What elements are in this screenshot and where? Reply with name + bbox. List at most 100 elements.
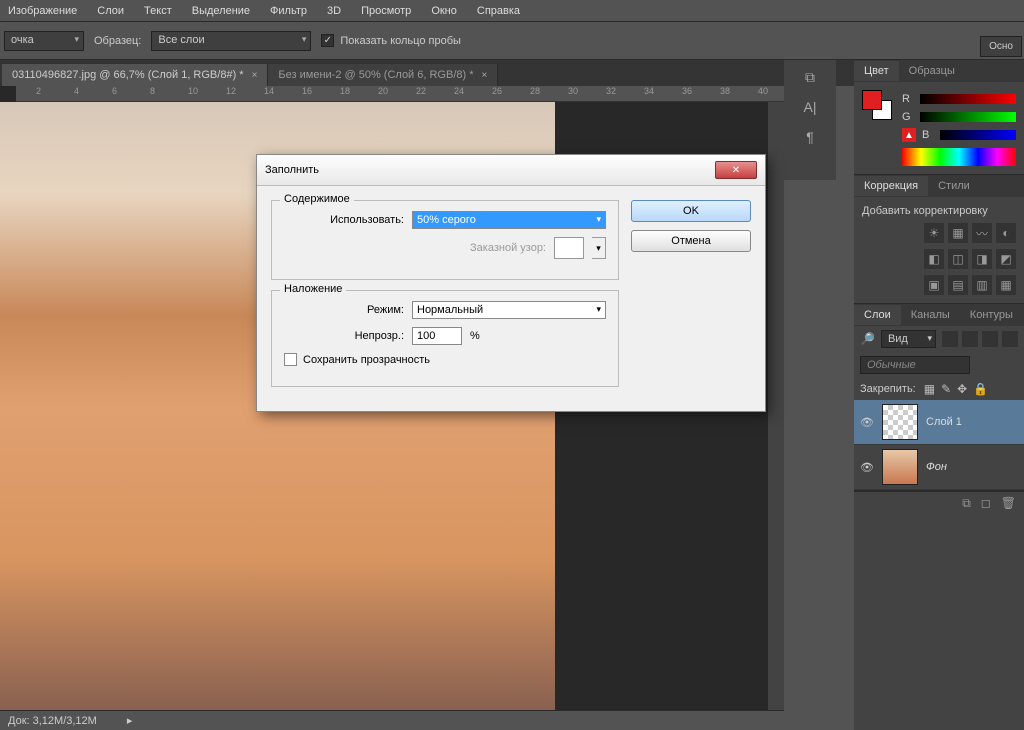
menu-select[interactable]: Выделение [192,5,250,17]
visibility-icon[interactable]: 👁 [860,416,874,429]
layers-panel: Слои Каналы Контуры 🔎 Вид Обычные Закреп… [854,304,1024,491]
blend-mode-dropdown[interactable]: Обычные [860,356,970,374]
visibility-icon[interactable]: 👁 [860,461,874,474]
tab-title: Без имени-2 @ 50% (Слой 6, RGB/8) * [278,69,473,81]
panels-column: Цвет Образцы R G ▲ B Коррекция Стили Доба… [854,60,1024,730]
search-icon[interactable]: 🔎 [860,332,875,346]
workspace-switcher[interactable]: Осно [980,36,1022,57]
menu-help[interactable]: Справка [477,5,520,17]
foreground-color-swatch[interactable] [862,90,882,110]
lock-all-icon[interactable]: 🔒 [973,382,988,396]
layer-thumbnail[interactable] [882,449,918,485]
ok-button[interactable]: OK [631,200,751,222]
preserve-transparency-checkbox[interactable] [284,353,297,366]
menu-3d[interactable]: 3D [327,5,341,17]
cancel-button[interactable]: Отмена [631,230,751,252]
use-label: Использовать: [284,214,404,226]
tab-layers[interactable]: Слои [854,305,901,325]
menu-image[interactable]: Изображение [8,5,77,17]
trash-icon[interactable]: 🗑 [1001,496,1016,511]
menu-text[interactable]: Текст [144,5,172,17]
collapsed-panel-strip: ⧉ A| ¶ [784,60,836,180]
percent-label: % [470,330,480,342]
spectrum-ramp[interactable] [902,148,1016,166]
status-arrow-icon[interactable]: ▸ [127,714,133,727]
adjustments-panel: Коррекция Стили Добавить корректировку ☀… [854,175,1024,304]
curves-icon[interactable]: 〰 [972,223,992,243]
color-panel: Цвет Образцы R G ▲ B [854,60,1024,175]
tab-adjustments[interactable]: Коррекция [854,176,928,196]
lock-transparent-icon[interactable]: ▦ [924,382,935,396]
b-label: B [922,129,934,141]
threshold-icon[interactable]: ▦ [996,275,1016,295]
exposure-icon[interactable]: ◐ [996,223,1016,243]
red-slider[interactable] [920,94,1016,104]
history-icon[interactable]: ⧉ [796,68,824,86]
show-ring-checkbox[interactable] [321,34,334,47]
opacity-input[interactable] [412,327,462,345]
sample-label: Образец: [94,35,141,47]
blue-slider[interactable] [940,130,1016,140]
r-label: R [902,93,914,105]
layer-name[interactable]: Фон [926,461,947,473]
menu-layers[interactable]: Слои [97,5,124,17]
fg-bg-swatches[interactable] [862,90,894,166]
mode-dropdown[interactable]: Нормальный [412,301,606,319]
g-label: G [902,111,914,123]
layer-name[interactable]: Слой 1 [926,416,962,428]
photo-filter-icon[interactable]: ◩ [996,249,1016,269]
layer-thumbnail[interactable] [882,404,918,440]
mode-label: Режим: [284,304,404,316]
document-tab[interactable]: 03110496827.jpg @ 66,7% (Слой 1, RGB/8#)… [2,64,268,86]
character-icon[interactable]: A| [796,98,824,116]
content-fieldset: Содержимое Использовать: 50% серого Зака… [271,200,619,280]
gamut-warning-icon[interactable]: ▲ [902,128,916,142]
levels-icon[interactable]: ▦ [948,223,968,243]
use-dropdown[interactable]: 50% серого [412,211,606,229]
tab-color[interactable]: Цвет [854,61,899,81]
invert-icon[interactable]: ▥ [972,275,992,295]
close-icon[interactable]: × [482,70,488,81]
horizontal-ruler: 2 4 6 8 10 12 14 16 18 20 22 24 26 28 30… [16,86,784,102]
vibrance-icon[interactable]: ◧ [924,249,944,269]
tab-channels[interactable]: Каналы [901,305,960,325]
sample-dropdown[interactable]: Все слои [151,31,311,51]
filter-pixel-icon[interactable] [942,331,958,347]
menu-filter[interactable]: Фильтр [270,5,307,17]
show-ring-label: Показать кольцо пробы [340,35,461,47]
lock-pixels-icon[interactable]: ✎ [941,382,951,396]
tool-preset-dropdown[interactable]: очка [4,31,84,51]
brightness-icon[interactable]: ☀ [924,223,944,243]
filter-shape-icon[interactable] [1002,331,1018,347]
pattern-label: Заказной узор: [426,242,546,254]
close-icon[interactable]: × [252,70,258,81]
menu-window[interactable]: Окно [431,5,457,17]
filter-type-icon[interactable] [982,331,998,347]
tab-swatches[interactable]: Образцы [899,61,965,81]
new-layer-icon[interactable]: ◻ [981,496,991,511]
channel-mixer-icon[interactable]: ▣ [924,275,944,295]
add-adjustment-label: Добавить корректировку [862,205,1016,217]
tab-paths[interactable]: Контуры [960,305,1023,325]
green-slider[interactable] [920,112,1016,122]
layer-row[interactable]: 👁 Фон [854,445,1024,490]
pattern-picker-arrow: ▾ [592,237,606,259]
close-button[interactable]: ✕ [715,161,757,179]
bw-icon[interactable]: ◨ [972,249,992,269]
filter-adjust-icon[interactable] [962,331,978,347]
document-tab[interactable]: Без имени-2 @ 50% (Слой 6, RGB/8) * × [268,64,498,86]
link-layers-icon[interactable]: ⧉ [962,496,971,511]
tab-styles[interactable]: Стили [928,176,980,196]
dialog-titlebar[interactable]: Заполнить ✕ [257,155,765,186]
layer-filter-kind[interactable]: Вид [881,330,936,348]
pattern-swatch [554,237,584,259]
layer-row[interactable]: 👁 Слой 1 [854,400,1024,445]
hue-icon[interactable]: ◫ [948,249,968,269]
menu-view[interactable]: Просмотр [361,5,411,17]
lock-position-icon[interactable]: ✥ [957,382,967,396]
show-ring-option[interactable]: Показать кольцо пробы [321,34,461,47]
lookup-icon[interactable]: ▤ [948,275,968,295]
vertical-scrollbar[interactable] [768,102,784,710]
fill-dialog: Заполнить ✕ Содержимое Использовать: 50%… [256,154,766,412]
paragraph-icon[interactable]: ¶ [796,128,824,146]
